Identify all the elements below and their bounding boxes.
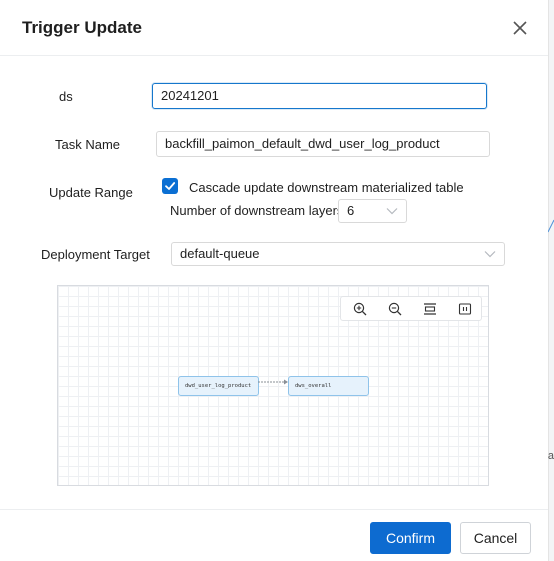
deployment-target-select[interactable]: default-queue (171, 242, 505, 266)
cascade-update-checkbox[interactable] (162, 178, 178, 194)
deployment-target-label: Deployment Target (41, 247, 150, 262)
cancel-button[interactable]: Cancel (460, 522, 531, 554)
chevron-down-icon (386, 208, 398, 215)
graph-node[interactable]: dwd_user_log_product (178, 376, 259, 396)
graph-edge (258, 379, 288, 385)
graph-node[interactable]: dws_overall (288, 376, 369, 396)
fullscreen-icon[interactable] (457, 301, 473, 317)
check-icon (165, 182, 176, 190)
update-range-label: Update Range (49, 185, 133, 200)
background-text: a (547, 450, 554, 462)
zoom-out-icon[interactable] (387, 301, 403, 317)
ds-label: ds (59, 89, 73, 104)
background-edge-line (548, 219, 554, 233)
background-page-edge (548, 0, 554, 561)
close-icon[interactable] (509, 17, 531, 39)
dialog-header: Trigger Update (0, 0, 548, 56)
chevron-down-icon (484, 251, 496, 258)
dialog-footer: Confirm Cancel (0, 509, 548, 561)
ds-input[interactable]: 20241201 (152, 83, 487, 109)
deployment-target-value: default-queue (180, 246, 260, 261)
task-name-label: Task Name (55, 137, 121, 152)
lineage-graph-canvas[interactable]: dwd_user_log_product dws_overall (57, 285, 489, 486)
fit-view-icon[interactable] (422, 301, 438, 317)
downstream-layers-select[interactable]: 6 (338, 199, 407, 223)
zoom-in-icon[interactable] (352, 301, 368, 317)
confirm-button[interactable]: Confirm (370, 522, 451, 554)
graph-toolbar (340, 296, 482, 321)
task-name-input[interactable]: backfill_paimon_default_dwd_user_log_pro… (156, 131, 490, 157)
trigger-update-dialog: Trigger Update ds 20241201 Task Name bac… (0, 0, 554, 561)
downstream-layers-label: Number of downstream layers (170, 203, 344, 218)
dialog-title: Trigger Update (22, 18, 142, 37)
downstream-layers-value: 6 (347, 203, 355, 218)
cascade-update-label: Cascade update downstream materialized t… (189, 180, 464, 195)
